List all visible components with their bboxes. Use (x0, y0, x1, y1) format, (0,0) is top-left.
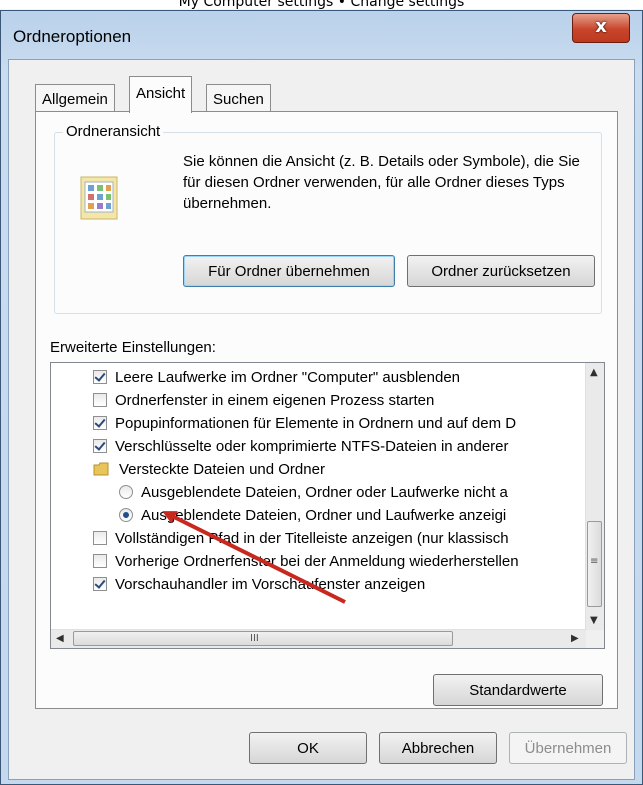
tab-suchen[interactable]: Suchen (206, 84, 271, 112)
setting-label: Vorherige Ordnerfenster bei der Anmeldun… (115, 552, 519, 570)
restore-defaults-button[interactable]: Standardwerte (433, 674, 603, 706)
setting-show-hidden-files[interactable]: Ausgeblendete Dateien, Ordner und Laufwe… (119, 503, 506, 527)
setting-label: Vorschauhandler im Vorschaufenster anzei… (115, 575, 426, 593)
setting-label: Leere Laufwerke im Ordner "Computer" aus… (115, 368, 460, 386)
apply-button[interactable]: Übernehmen (509, 732, 627, 764)
setting-preview-handlers[interactable]: Vorschauhandler im Vorschaufenster anzei… (93, 572, 425, 596)
setting-label: Ausgeblendete Dateien, Ordner oder Laufw… (141, 483, 508, 501)
folder-options-dialog: Ordneroptionen x Allgemein Ansicht Suche… (0, 10, 643, 785)
setting-label: Vollständigen Pfad in der Titelleiste an… (115, 529, 509, 547)
setting-hide-empty-drives[interactable]: Leere Laufwerke im Ordner "Computer" aus… (93, 365, 460, 389)
window-title: Ordneroptionen (13, 27, 132, 46)
grip-icon: ≡ (590, 556, 599, 567)
checkbox-checked[interactable] (93, 439, 107, 453)
radio-selected[interactable] (119, 508, 133, 522)
setting-full-path-title[interactable]: Vollständigen Pfad in der Titelleiste an… (93, 526, 509, 550)
vertical-scroll-thumb[interactable]: ≡ (587, 521, 602, 607)
setting-ntfs-color[interactable]: Verschlüsselte oder komprimierte NTFS-Da… (93, 434, 509, 458)
folder-view-group: Ordneransicht Sie können die Ansicht (z.… (54, 123, 602, 314)
apply-to-folders-button[interactable]: Für Ordner übernehmen (183, 255, 395, 287)
dialog-client-area: Allgemein Ansicht Suchen Ordneransicht S… (8, 59, 635, 780)
advanced-settings-list[interactable]: Leere Laufwerke im Ordner "Computer" aus… (50, 362, 605, 649)
title-bar[interactable]: Ordneroptionen x (1, 11, 642, 59)
horizontal-scroll-thumb[interactable]: III (73, 631, 453, 646)
vertical-scrollbar[interactable]: ▲ ≡ ▼ (585, 363, 604, 631)
checkbox-unchecked[interactable] (93, 554, 107, 568)
checkbox-checked[interactable] (93, 577, 107, 591)
checkbox-unchecked[interactable] (93, 531, 107, 545)
tab-ansicht[interactable]: Ansicht (129, 76, 193, 113)
advanced-settings-label: Erweiterte Einstellungen: (50, 339, 216, 356)
folder-view-icon (80, 176, 118, 220)
tab-panel-ansicht: Ordneransicht Sie können die Ansicht (z.… (35, 111, 618, 709)
setting-label: Verschlüsselte oder komprimierte NTFS-Da… (115, 437, 509, 455)
setting-label: Ordnerfenster in einem eigenen Prozess s… (115, 391, 435, 409)
radio-unselected[interactable] (119, 485, 133, 499)
setting-label: Ausgeblendete Dateien, Ordner und Laufwe… (141, 506, 507, 524)
checkbox-checked[interactable] (93, 416, 107, 430)
cancel-button[interactable]: Abbrechen (379, 732, 497, 764)
scroll-right-icon[interactable]: ▶ (571, 633, 579, 644)
setting-hide-hidden-files[interactable]: Ausgeblendete Dateien, Ordner oder Laufw… (119, 480, 508, 504)
setting-label: Popupinformationen für Elemente in Ordne… (115, 414, 517, 432)
folder-view-legend: Ordneransicht (63, 123, 164, 140)
top-cropped-text: My Computer settings • Change settings (0, 0, 643, 9)
scroll-corner (586, 630, 604, 648)
grip-icon: III (250, 633, 259, 644)
setting-popup-info[interactable]: Popupinformationen für Elemente in Ordne… (93, 411, 516, 435)
tab-allgemein[interactable]: Allgemein (35, 84, 115, 112)
close-button[interactable]: x (572, 13, 630, 43)
checkbox-checked[interactable] (93, 370, 107, 384)
scroll-left-icon[interactable]: ◀ (56, 633, 64, 644)
setting-separate-process[interactable]: Ordnerfenster in einem eigenen Prozess s… (93, 388, 434, 412)
setting-label: Versteckte Dateien und Ordner (119, 460, 325, 478)
folder-icon (93, 462, 109, 476)
scroll-down-icon[interactable]: ▼ (590, 615, 598, 626)
checkbox-unchecked[interactable] (93, 393, 107, 407)
setting-hidden-files-folder: Versteckte Dateien und Ordner (93, 457, 325, 481)
folder-view-description: Sie können die Ansicht (z. B. Details od… (183, 153, 580, 212)
ok-button[interactable]: OK (249, 732, 367, 764)
close-icon: x (595, 16, 607, 37)
setting-restore-windows[interactable]: Vorherige Ordnerfenster bei der Anmeldun… (93, 549, 519, 573)
scroll-up-icon[interactable]: ▲ (590, 367, 598, 378)
horizontal-scrollbar[interactable]: ◀ III ▶ (51, 629, 587, 648)
reset-folders-button[interactable]: Ordner zurücksetzen (407, 255, 595, 287)
